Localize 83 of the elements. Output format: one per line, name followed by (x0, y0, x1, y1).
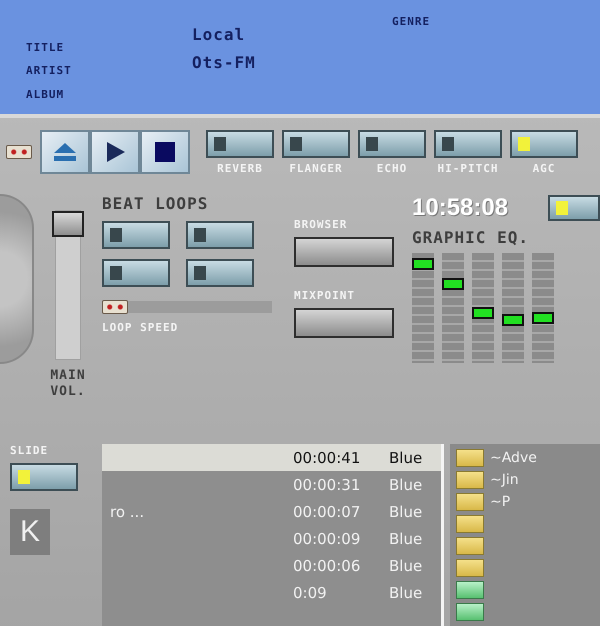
folder-icon (456, 449, 484, 467)
info-label: GENRE (391, 14, 432, 30)
loop-toggle[interactable] (102, 259, 170, 287)
slider-thumb[interactable] (472, 306, 494, 319)
track-duration: 0:09 (293, 584, 328, 602)
folder-icon (456, 559, 484, 577)
track-artist: Blue (389, 476, 424, 494)
info-label: ARTIST (25, 63, 73, 79)
slider-label: LOOP SPEED (102, 321, 178, 334)
slide-toggle[interactable] (10, 463, 78, 491)
info-label: ALBUM (25, 86, 66, 102)
slider-knob-icon[interactable] (102, 300, 128, 314)
track-artist: Blue (389, 584, 424, 602)
list-icon (456, 603, 484, 621)
equalizer-slider[interactable] (532, 253, 554, 363)
slider-thumb[interactable] (52, 211, 84, 237)
loop-toggle[interactable] (186, 259, 254, 287)
browser-button[interactable] (294, 237, 394, 267)
track-duration: 00:00:09 (293, 530, 362, 548)
eject-button[interactable] (40, 130, 90, 174)
playlist-row[interactable]: 0:09 Blue (102, 579, 441, 606)
mixpoint-button[interactable] (294, 308, 394, 338)
loop-toggle[interactable] (102, 221, 170, 249)
track-duration: 00:00:31 (293, 476, 362, 494)
info-label: TITLE (25, 40, 66, 56)
deck-button[interactable]: K (10, 509, 50, 555)
track-duration: 00:00:06 (293, 556, 362, 574)
folder-icon (456, 471, 484, 489)
stop-icon (152, 141, 178, 163)
track-title: ro ... (109, 502, 146, 520)
track-artist: Blue (389, 448, 424, 466)
effect-toggle[interactable] (434, 130, 502, 158)
effect-toggle[interactable] (510, 130, 578, 158)
equalizer-slider[interactable] (502, 253, 524, 363)
toggle-label: SLIDE (10, 444, 50, 457)
effect-label: REVERB (217, 162, 263, 174)
track-duration: 00:00:07 (293, 502, 362, 520)
stop-button[interactable] (140, 130, 190, 174)
loop-speed-slider[interactable] (102, 301, 272, 313)
effect-label: AGC (532, 162, 556, 174)
slider-thumb[interactable] (532, 312, 554, 324)
slider-label: MAIN VOL. (49, 368, 87, 400)
track-info-text: Local (191, 24, 246, 46)
slider-thumb[interactable] (442, 278, 464, 290)
effect-label: FLANGER (289, 162, 343, 174)
track-artist: Blue (389, 502, 424, 520)
equalizer-slider[interactable] (472, 253, 494, 363)
playlist-row[interactable]: 00:00:06 Blue (102, 552, 441, 579)
track-duration: 00:00:41 (293, 448, 362, 466)
track-info-text: Ots-FM (191, 52, 257, 74)
effect-label: ECHO (376, 162, 408, 174)
effect-toggle[interactable] (206, 130, 274, 158)
playlist-row[interactable]: 00:00:41 Blue (102, 444, 441, 471)
library-item: ~Adve (490, 450, 537, 466)
track-artist: Blue (389, 556, 424, 574)
list-icon (456, 581, 484, 599)
effect-toggle[interactable] (282, 130, 350, 158)
effect-toggle[interactable] (358, 130, 426, 158)
play-button[interactable] (90, 130, 140, 174)
eject-icon (52, 141, 78, 163)
folder-icon (456, 537, 484, 555)
library-item: ~Jin (490, 472, 519, 488)
folder-icon (456, 515, 484, 533)
library-item: ~P (490, 494, 510, 510)
toggle-button[interactable] (548, 195, 600, 221)
volume-slider[interactable] (55, 210, 81, 360)
track-artist: Blue (389, 530, 424, 548)
playlist-row[interactable]: 00:00:31 Blue (102, 471, 441, 498)
section-label: BEAT LOOPS (102, 194, 208, 213)
slider-thumb[interactable] (412, 258, 434, 270)
equalizer-slider[interactable] (412, 253, 434, 363)
loop-toggle[interactable] (186, 221, 254, 249)
folder-icon (456, 493, 484, 511)
effect-label: HI-PITCH (438, 162, 498, 174)
slider-knob-icon[interactable] (6, 145, 32, 159)
slider-thumb[interactable] (502, 314, 524, 326)
playlist-row[interactable]: 00:00:09 Blue (102, 525, 441, 552)
section-label: GRAPHIC EQ. (412, 228, 530, 247)
playlist-row[interactable]: ro ... 00:00:07 Blue (102, 498, 441, 525)
button-label: MIXPOINT (294, 289, 356, 302)
clock-display: 10:58:08 (412, 194, 508, 222)
button-label: BROWSER (294, 218, 348, 231)
equalizer-slider[interactable] (442, 253, 464, 363)
